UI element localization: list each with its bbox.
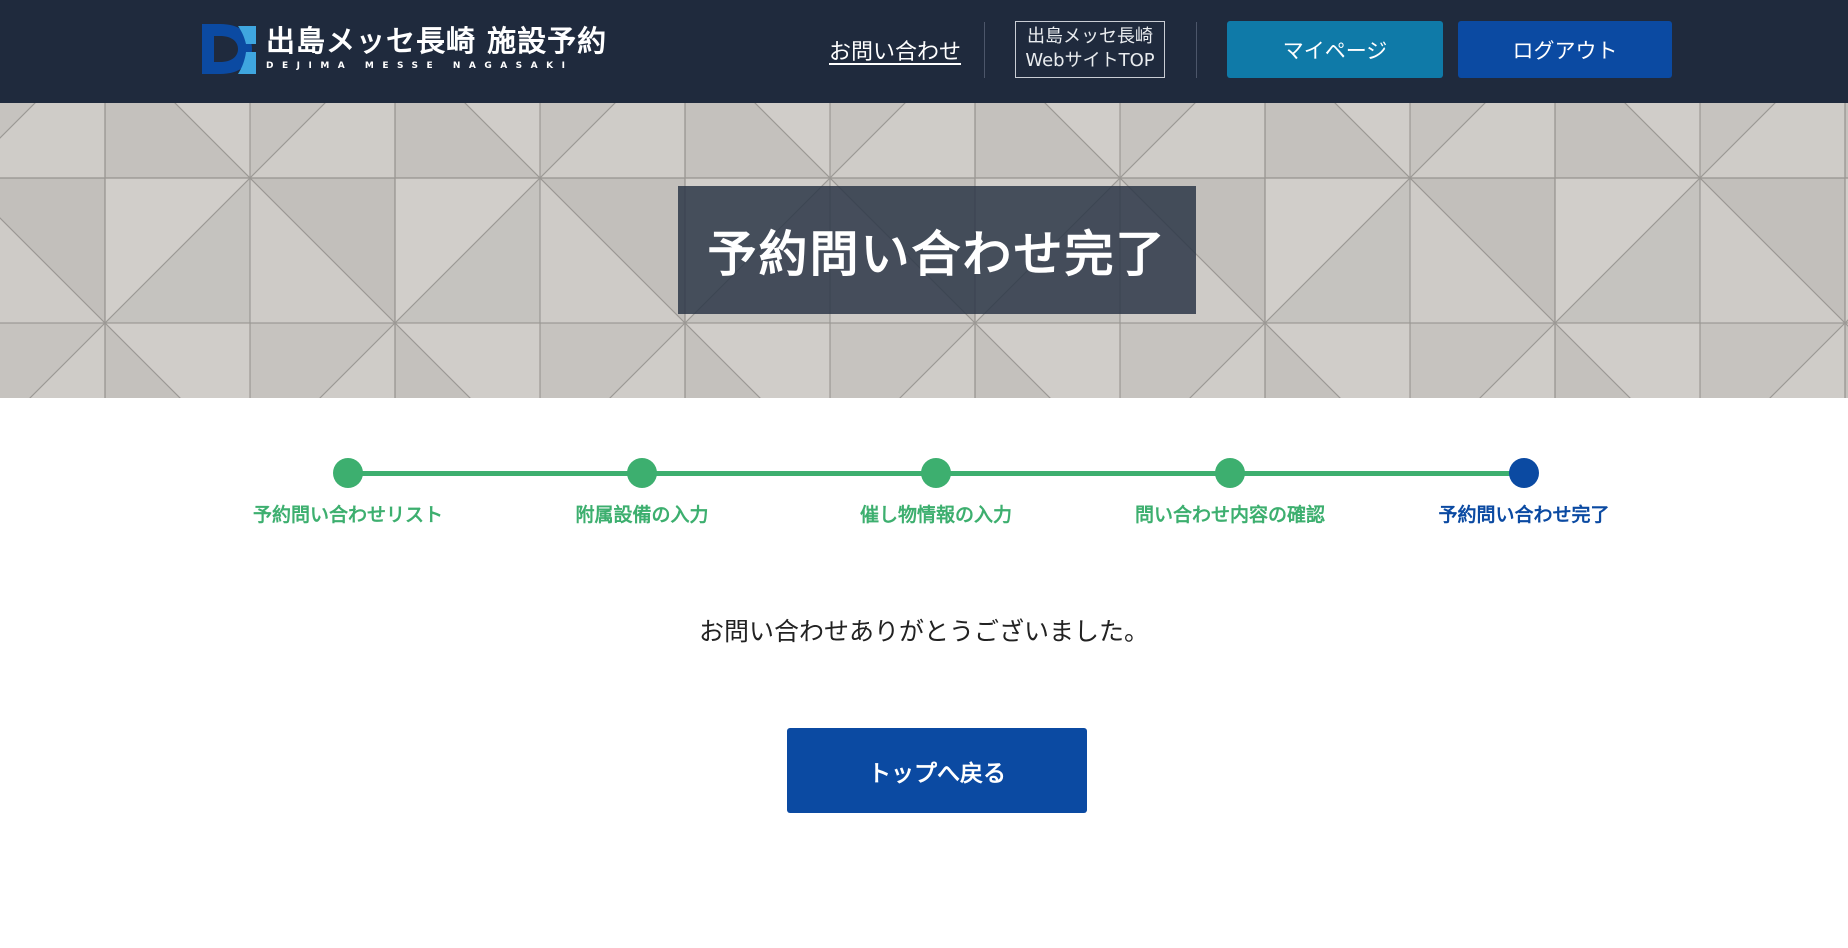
logout-button[interactable]: ログアウト bbox=[1458, 21, 1672, 78]
back-to-top-button[interactable]: トップへ戻る bbox=[787, 728, 1087, 813]
logo-title: 出島メッセ長崎 施設予約 bbox=[266, 24, 608, 58]
page-title-box: 予約問い合わせ完了 bbox=[678, 186, 1196, 314]
website-top-link[interactable]: 出島メッセ長崎 WebサイトTOP bbox=[1015, 21, 1165, 78]
header-divider bbox=[984, 22, 985, 78]
website-top-line1: 出島メッセ長崎 bbox=[1027, 26, 1153, 47]
mypage-button[interactable]: マイページ bbox=[1227, 21, 1443, 78]
step-dot-2 bbox=[627, 458, 657, 488]
step-label-4: 問い合わせ内容の確認 bbox=[1134, 504, 1325, 526]
step-dot-1 bbox=[333, 458, 363, 488]
page-title: 予約問い合わせ完了 bbox=[707, 225, 1167, 283]
site-logo[interactable]: 出島メッセ長崎 施設予約 DEJIMA MESSE NAGASAKI bbox=[200, 22, 607, 80]
website-top-line2: WebサイトTOP bbox=[1025, 50, 1155, 71]
step-dot-3 bbox=[921, 458, 951, 488]
step-label-3: 催し物情報の入力 bbox=[859, 504, 1012, 526]
step-label-5-current: 予約問い合わせ完了 bbox=[1438, 504, 1610, 526]
site-header: 出島メッセ長崎 施設予約 DEJIMA MESSE NAGASAKI お問い合わ… bbox=[0, 0, 1848, 103]
dejima-logo-icon bbox=[200, 22, 258, 76]
step-dot-5-current bbox=[1509, 458, 1539, 488]
logo-subtitle: DEJIMA MESSE NAGASAKI bbox=[266, 61, 574, 71]
progress-steps: 予約問い合わせリスト 附属設備の入力 催し物情報の入力 問い合わせ内容の確認 予… bbox=[0, 440, 1848, 540]
step-dot-4 bbox=[1215, 458, 1245, 488]
contact-link[interactable]: お問い合わせ bbox=[829, 34, 961, 66]
step-label-2: 附属設備の入力 bbox=[575, 504, 709, 526]
step-label-1: 予約問い合わせリスト bbox=[252, 504, 443, 526]
hero-banner: 予約問い合わせ完了 bbox=[0, 103, 1848, 398]
header-divider bbox=[1196, 22, 1197, 78]
thank-you-message: お問い合わせありがとうございました。 bbox=[698, 617, 1149, 646]
